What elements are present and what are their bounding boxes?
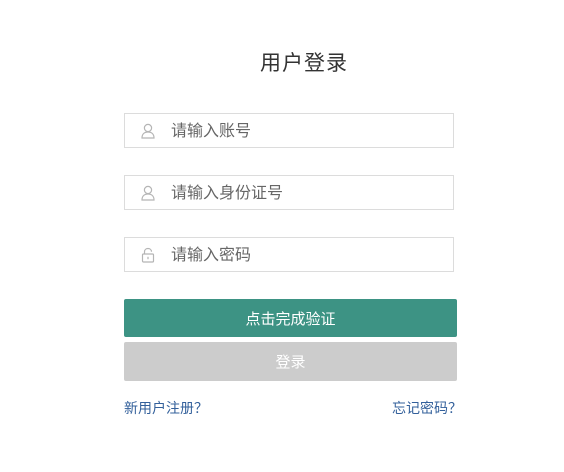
lock-icon bbox=[141, 247, 155, 263]
page-title: 用户登录 bbox=[260, 51, 348, 75]
user-icon bbox=[141, 123, 155, 139]
password-input[interactable] bbox=[171, 238, 449, 271]
forgot-password-link[interactable]: 忘记密码？ bbox=[392, 398, 462, 418]
id-card-field[interactable] bbox=[124, 175, 454, 210]
password-field[interactable] bbox=[124, 237, 454, 272]
register-link[interactable]: 新用户注册？ bbox=[124, 398, 208, 418]
login-button[interactable]: 登录 bbox=[124, 342, 457, 381]
account-field[interactable] bbox=[124, 113, 454, 148]
account-input[interactable] bbox=[171, 114, 449, 147]
verify-button[interactable]: 点击完成验证 bbox=[124, 299, 457, 337]
user-icon bbox=[141, 185, 155, 201]
id-card-input[interactable] bbox=[171, 176, 449, 209]
